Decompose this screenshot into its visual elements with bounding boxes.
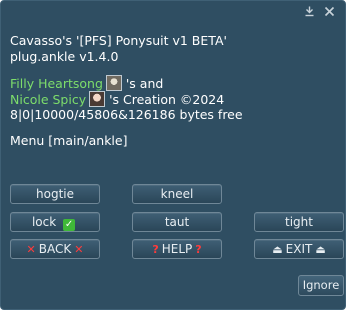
question-icon: ? (195, 243, 202, 256)
close-icon[interactable] (323, 5, 335, 17)
help-label: HELP (161, 242, 193, 256)
question-icon: ? (152, 243, 159, 256)
credits-line-1: Filly Heartsong 's and (10, 75, 330, 91)
ignore-button[interactable]: Ignore (298, 275, 344, 296)
owner1-avatar (105, 75, 122, 91)
owner2-avatar (89, 91, 106, 107)
taut-button[interactable]: taut (132, 212, 222, 232)
title-bar-icons (303, 5, 335, 17)
dialog-message: Cavasso's '[PFS] Ponysuit v1 BETA' plug.… (10, 33, 330, 149)
tight-label: tight (285, 215, 313, 229)
eject-icon: ⏏ (272, 243, 283, 256)
ignore-label: Ignore (302, 278, 340, 292)
memory-status: 8|0|10000/45806&126186 bytes free (10, 107, 243, 122)
owner1-link[interactable]: Filly Heartsong (10, 76, 103, 91)
back-button[interactable]: ✕ BACK ✕ (10, 239, 100, 259)
exit-label: EXIT (285, 242, 313, 256)
credits-line-2: Nicole Spicy 's Creation ©2024 (10, 91, 330, 107)
owner2-link[interactable]: Nicole Spicy (10, 92, 86, 107)
taut-label: taut (164, 215, 190, 229)
plugin-version: plug.ankle v1.4.0 (10, 49, 119, 64)
menu-path: Menu [main/ankle] (10, 133, 128, 148)
kneel-button[interactable]: kneel (132, 184, 222, 204)
cross-icon: ✕ (74, 243, 84, 256)
help-button[interactable]: ? HELP? (132, 239, 222, 259)
owner2-suffix: 's Creation ©2024 (109, 92, 225, 107)
back-label: BACK (38, 242, 72, 256)
pin-icon[interactable] (303, 5, 315, 17)
cross-icon: ✕ (26, 243, 36, 256)
script-dialog: Cavasso's '[PFS] Ponysuit v1 BETA' plug.… (0, 0, 346, 310)
hogtie-button[interactable]: hogtie (10, 184, 100, 204)
kneel-label: kneel (160, 187, 194, 201)
tight-button[interactable]: tight (254, 212, 344, 232)
object-name: Cavasso's '[PFS] Ponysuit v1 BETA' (10, 33, 227, 48)
exit-button[interactable]: ⏏ EXIT ⏏ (254, 239, 344, 259)
checkmark-icon: ✓ (63, 219, 76, 231)
owner1-suffix: 's and (125, 76, 164, 91)
lock-button[interactable]: lock ✓ (10, 212, 100, 232)
lock-label: lock (31, 215, 57, 229)
hogtie-label: hogtie (36, 187, 74, 201)
eject-icon: ⏏ (315, 243, 326, 256)
